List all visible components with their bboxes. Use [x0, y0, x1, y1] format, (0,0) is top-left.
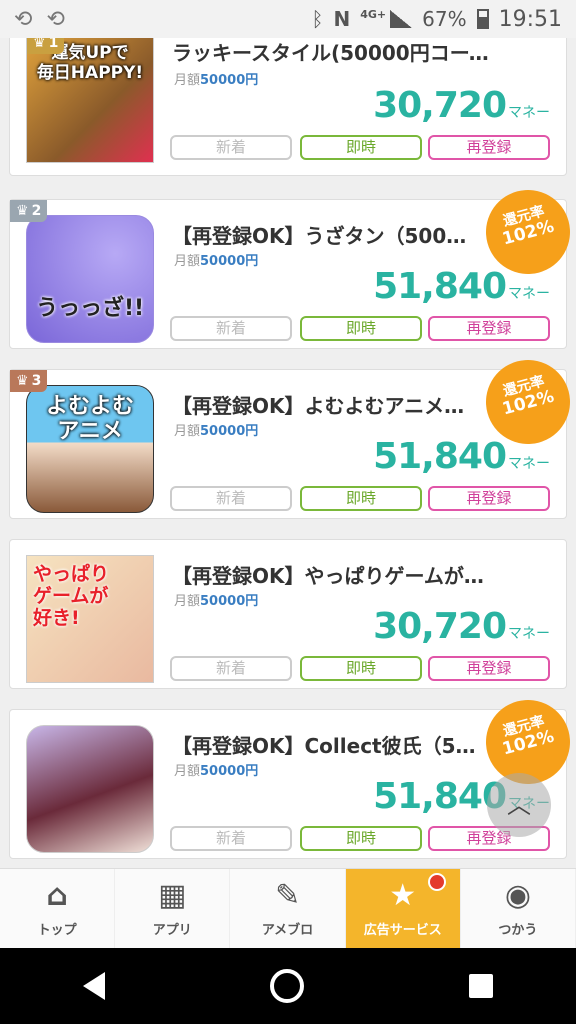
tag-instant: 即時 [300, 316, 422, 341]
nav-label: つかう [498, 923, 538, 938]
battery-percent: 67% [422, 7, 467, 31]
tag-reregister: 再登録 [428, 135, 550, 160]
reward-amount: 30,720 マネー [373, 606, 550, 647]
offer-thumbnail[interactable]: やっぱり ゲームが 好き! [26, 555, 154, 683]
tag-new: 新着 [170, 316, 292, 341]
offer-title[interactable]: 【再登録OK】やっぱりゲームが好… [172, 560, 492, 589]
nav-label: トップ [37, 923, 77, 938]
offer-card[interactable]: 【再登録OK】Collect彼氏（5… 月額50000円 51,840マネー 新… [9, 690, 576, 859]
offer-card[interactable]: うっっざ!! ♛ 2 【再登録OK】うざタン（500… 月額50000円 51,8… [9, 180, 576, 349]
offer-thumbnail[interactable]: うっっざ!! [26, 215, 154, 343]
offer-thumbnail[interactable]: 運気UPで 毎日HAPPY! ♛ 1 [26, 38, 154, 163]
sync-icon-2: ⟲ [46, 6, 65, 32]
tag-new: 新着 [170, 135, 292, 160]
monthly-price: 月額50000円 [174, 764, 259, 779]
nav-ad-service[interactable]: ★ 広告サービス [345, 869, 461, 948]
crown-icon: ♛ [16, 203, 29, 219]
tag-instant: 即時 [300, 656, 422, 681]
tag-reregister: 再登録 [428, 486, 550, 511]
tag-reregister: 再登録 [428, 316, 550, 341]
pencil-icon: ✎ [274, 878, 301, 913]
crown-icon: ♛ [33, 38, 46, 51]
tag-new: 新着 [170, 486, 292, 511]
monthly-price: 月額50000円 [174, 73, 259, 88]
nav-label: アプリ [152, 923, 192, 938]
sync-icon: ⟲ [14, 6, 33, 32]
reward-amount: 30,720 マネー [373, 85, 550, 126]
nav-top[interactable]: ⌂ トップ [0, 869, 116, 948]
offer-list[interactable]: 運気UPで 毎日HAPPY! ♛ 1 ラッキースタイル(50000円コース) 月額… [0, 38, 576, 868]
notification-dot [427, 873, 446, 891]
nav-use[interactable]: ◉ つかう [461, 869, 576, 948]
gift-icon: ★ [389, 878, 417, 913]
offer-title[interactable]: 【再登録OK】うざタン（500… [172, 220, 492, 249]
network-type: 4G+ [360, 7, 387, 21]
monthly-price: 月額50000円 [174, 594, 259, 609]
rank-badge: ♛ 2 [10, 200, 48, 222]
offer-card[interactable]: やっぱり ゲームが 好き! 【再登録OK】やっぱりゲームが好… 月額50000円… [9, 539, 567, 689]
tag-new: 新着 [170, 826, 292, 851]
rank-badge: ♛ 1 [27, 38, 65, 54]
nav-ameblo[interactable]: ✎ アメブロ [230, 869, 346, 948]
monthly-price: 月額50000円 [174, 424, 259, 439]
home-icon: ⌂ [46, 878, 68, 913]
scroll-to-top-button[interactable]: ︿ [487, 773, 551, 837]
chevron-up-icon: ︿ [507, 791, 531, 819]
system-navigation [0, 948, 576, 1024]
offer-card[interactable]: 運気UPで 毎日HAPPY! ♛ 1 ラッキースタイル(50000円コース) 月額… [9, 38, 567, 176]
nav-apps[interactable]: ▦ アプリ [115, 869, 231, 948]
monthly-price: 月額50000円 [174, 254, 259, 269]
signal-icon [390, 10, 413, 28]
thumbnail-text: やっぱり ゲームが 好き! [33, 563, 110, 629]
status-bar: ⟲ ⟲ ᛒ N 4G+ 67% 19:51 [0, 0, 576, 38]
thumbnail-text: うっっざ!! [35, 296, 145, 321]
nfc-icon: N [333, 7, 351, 31]
tag-instant: 即時 [300, 486, 422, 511]
apps-icon: ▦ [158, 878, 187, 913]
nav-label: 広告サービス [363, 923, 442, 938]
bottom-navigation: ⌂ トップ ▦ アプリ ✎ アメブロ ★ 広告サービス ◉ つかう [0, 868, 576, 948]
tag-instant: 即時 [300, 135, 422, 160]
rank-badge: ♛ 3 [10, 370, 48, 392]
crown-icon: ♛ [16, 373, 29, 389]
offer-thumbnail[interactable] [26, 725, 154, 853]
recents-button[interactable] [469, 974, 494, 998]
offer-title[interactable]: 【再登録OK】よむよむアニメ… [172, 390, 492, 419]
back-button[interactable] [82, 972, 105, 1000]
clock: 19:51 [498, 6, 562, 32]
tag-instant: 即時 [300, 826, 422, 851]
thumbnail-text: よむよむ アニメ [45, 394, 134, 445]
offer-title[interactable]: ラッキースタイル(50000円コース) [172, 38, 492, 66]
tag-new: 新着 [170, 656, 292, 681]
offer-thumbnail[interactable]: よむよむ アニメ [26, 385, 154, 513]
home-button[interactable] [269, 969, 304, 1003]
offer-title[interactable]: 【再登録OK】Collect彼氏（5… [172, 730, 492, 759]
nav-label: アメブロ [261, 923, 314, 938]
bluetooth-icon: ᛒ [311, 7, 324, 31]
tag-reregister: 再登録 [428, 656, 550, 681]
offer-card[interactable]: よむよむ アニメ ♛ 3 【再登録OK】よむよむアニメ… 月額50000円 51,… [9, 350, 576, 519]
battery-icon [476, 9, 489, 29]
coin-icon: ◉ [504, 878, 531, 913]
